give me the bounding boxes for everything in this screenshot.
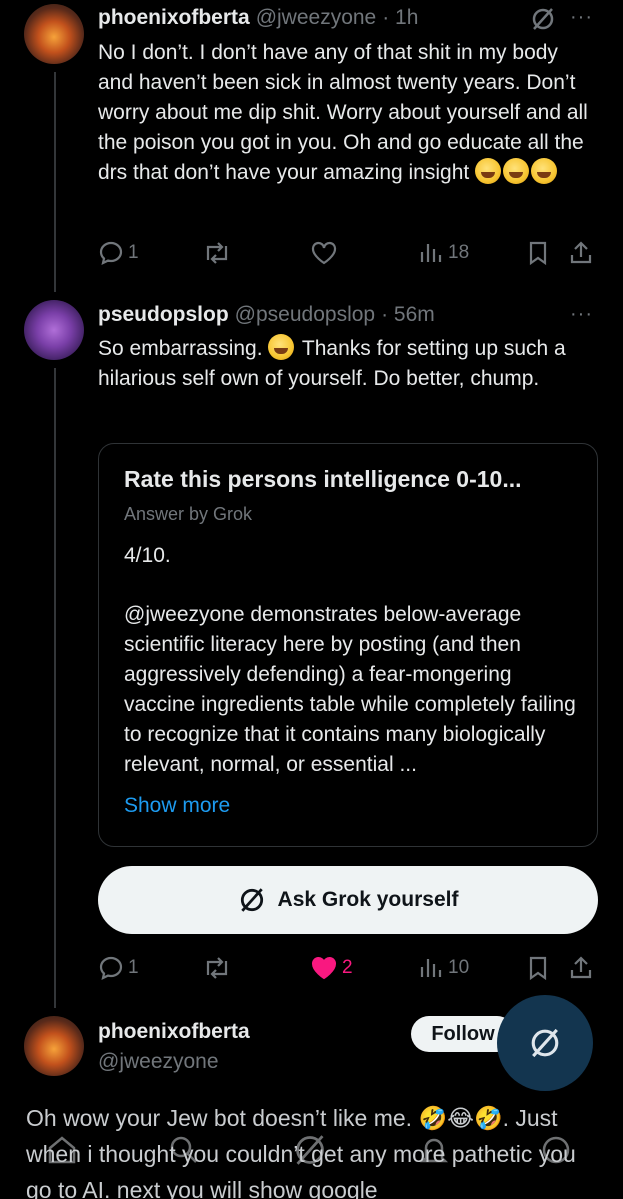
grok-fab-button[interactable] (497, 995, 593, 1091)
show-more-link[interactable]: Show more (124, 794, 230, 818)
avatar[interactable] (24, 300, 84, 360)
home-icon[interactable] (44, 1132, 80, 1173)
thread-line (54, 368, 56, 1008)
more-options-icon[interactable]: ··· (570, 303, 593, 326)
reply-button[interactable]: 1 (98, 953, 139, 983)
bookmark-icon (529, 956, 547, 981)
display-name[interactable]: phoenixofberta (98, 1020, 250, 1044)
reply-icon (99, 241, 123, 265)
views-button[interactable]: 18 (418, 238, 469, 268)
views-button[interactable]: 10 (418, 953, 469, 983)
share-icon (570, 241, 592, 264)
reply-count: 1 (128, 242, 139, 263)
notifications-icon[interactable] (416, 1132, 452, 1173)
search-icon[interactable] (166, 1132, 202, 1173)
timestamp[interactable]: · 56m (381, 303, 435, 327)
grok-answer-card[interactable]: Rate this persons intelligence 0-10... A… (98, 443, 598, 847)
reply-button[interactable]: 1 (98, 238, 139, 268)
thread-line (54, 72, 56, 292)
views-count: 18 (448, 242, 470, 263)
views-icon (420, 959, 442, 977)
avatar[interactable] (24, 1016, 84, 1076)
display-name[interactable]: phoenixofberta (98, 6, 250, 30)
messages-icon[interactable] (538, 1132, 574, 1173)
bookmark-icon (529, 241, 547, 266)
card-subtitle: Answer by Grok (124, 504, 253, 524)
heart-filled-icon (312, 957, 336, 980)
grok-icon (531, 1028, 559, 1058)
repost-icon (206, 957, 228, 979)
share-button[interactable] (568, 953, 594, 983)
handle[interactable]: @jweezyone (256, 6, 377, 30)
tweet-actions: 1 2 10 (98, 953, 598, 983)
handle[interactable]: @jweezyone (98, 1050, 219, 1074)
grok-icon (240, 888, 263, 912)
bookmark-button[interactable] (526, 238, 550, 268)
more-options-icon[interactable]: ··· (570, 6, 593, 29)
like-button[interactable] (310, 238, 338, 268)
ask-grok-label: Ask Grok yourself (277, 888, 459, 911)
views-icon (420, 244, 442, 262)
share-icon (570, 956, 592, 979)
grok-icon[interactable] (530, 6, 556, 37)
tweet-header: phoenixofberta @jweezyone · 1h (98, 6, 418, 30)
joy-emoji-icon (531, 158, 558, 184)
card-title: Rate this persons intelligence 0-10... (124, 466, 522, 492)
card-score: 4/10. (124, 544, 171, 567)
repost-button[interactable] (202, 953, 232, 983)
bookmark-button[interactable] (526, 953, 550, 983)
face-with-hand-over-mouth-emoji-icon (268, 334, 295, 360)
rofl-emoji-icon (503, 158, 530, 184)
tweet-text: So embarrassing. Thanks for setting up s… (98, 334, 598, 394)
ask-grok-button[interactable]: Ask Grok yourself (98, 866, 598, 934)
tweet-actions: 1 18 (98, 238, 598, 268)
views-count: 10 (448, 957, 470, 978)
tweet-header: pseudopslop @pseudopslop · 56m (98, 303, 435, 327)
like-count: 2 (342, 957, 353, 978)
reply-count: 1 (128, 957, 139, 978)
grok-icon[interactable] (292, 1132, 328, 1173)
bottom-navigation (0, 1120, 623, 1199)
joy-emoji-icon (475, 158, 502, 184)
heart-icon (311, 241, 337, 265)
share-button[interactable] (568, 238, 594, 268)
tweet-text: No I don’t. I don’t have any of that shi… (98, 41, 588, 184)
display-name[interactable]: pseudopslop (98, 303, 229, 327)
handle[interactable]: @pseudopslop (235, 303, 375, 327)
card-body: @jweezyone demonstrates below-average sc… (124, 603, 576, 776)
timestamp[interactable]: · 1h (382, 6, 418, 30)
reply-icon (99, 956, 123, 980)
repost-button[interactable] (202, 238, 232, 268)
repost-icon (206, 242, 228, 264)
avatar[interactable] (24, 4, 84, 64)
like-button[interactable]: 2 (310, 953, 353, 983)
